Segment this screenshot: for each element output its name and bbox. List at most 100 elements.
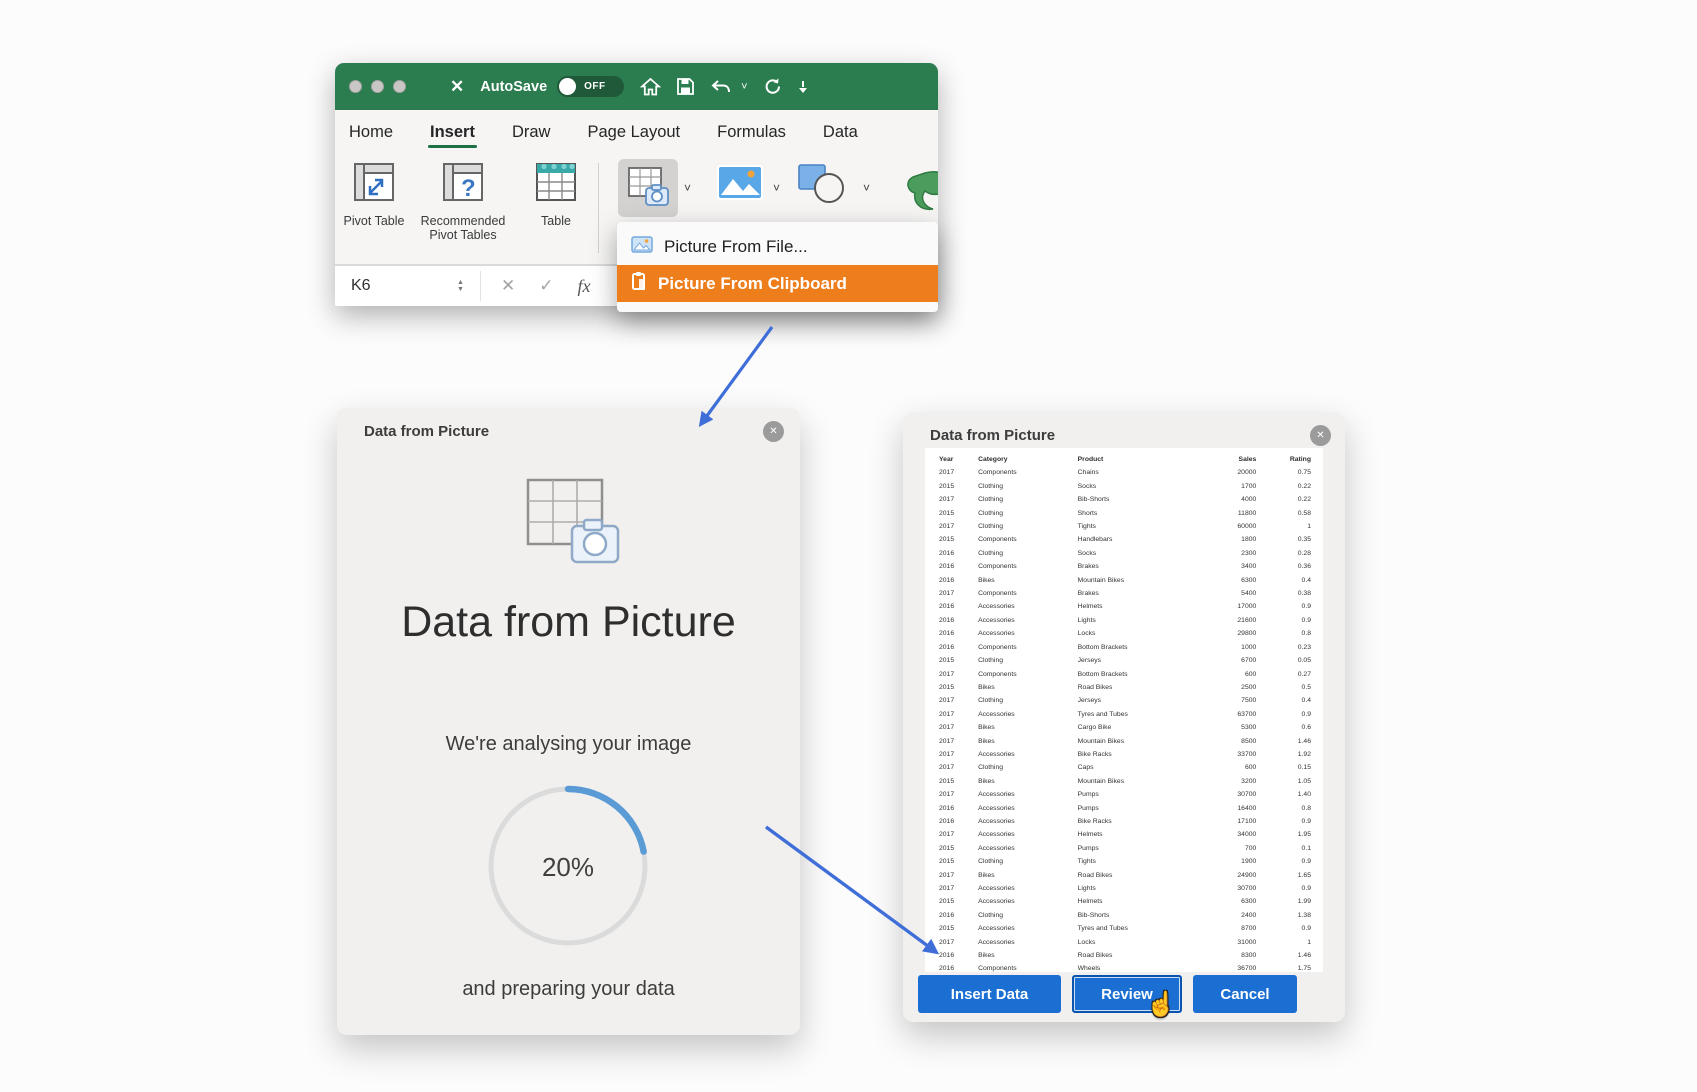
table-cell: 2017 bbox=[939, 708, 978, 721]
name-box-stepper[interactable]: ▲▼ bbox=[457, 279, 464, 293]
table-cell: 2017 bbox=[939, 869, 978, 882]
undo-chevron-icon[interactable]: ˅ bbox=[741, 81, 747, 93]
table-cell: 2015 bbox=[939, 507, 978, 520]
redo-icon[interactable] bbox=[763, 77, 782, 96]
table-cell: 31000 bbox=[1207, 936, 1256, 949]
table-cell: Clothing bbox=[978, 520, 1078, 533]
close-icon[interactable]: ✕ bbox=[450, 77, 464, 97]
table-cell: Tights bbox=[1078, 520, 1208, 533]
table-row: 2017ComponentsBottom Brackets6000.27 bbox=[939, 668, 1311, 681]
cancel-entry-icon[interactable]: ✕ bbox=[501, 276, 515, 296]
column-header: Category bbox=[978, 453, 1078, 466]
tab-formulas[interactable]: Formulas bbox=[715, 113, 788, 152]
table-cell: Tights bbox=[1078, 855, 1208, 868]
tab-data[interactable]: Data bbox=[821, 113, 860, 152]
table-row: 2017AccessoriesTyres and Tubes637000.9 bbox=[939, 708, 1311, 721]
insert-data-button[interactable]: Insert Data bbox=[918, 975, 1061, 1013]
table-cell: 11800 bbox=[1207, 507, 1256, 520]
table-cell: Socks bbox=[1078, 547, 1208, 560]
table-row: 2016AccessoriesLocks298000.8 bbox=[939, 627, 1311, 640]
table-cell: 6300 bbox=[1207, 574, 1256, 587]
table-cell: 2016 bbox=[939, 909, 978, 922]
undo-icon[interactable] bbox=[710, 78, 732, 96]
table-cell: Tyres and Tubes bbox=[1078, 708, 1208, 721]
table-cell: Helmets bbox=[1078, 895, 1208, 908]
pictures-chevron-icon[interactable]: ˅ bbox=[773, 181, 780, 195]
table-cell: Handlebars bbox=[1078, 533, 1208, 546]
menu-item-picture-from-file[interactable]: Picture From File... bbox=[617, 228, 938, 265]
table-cell: 1.40 bbox=[1256, 788, 1311, 801]
tab-draw[interactable]: Draw bbox=[510, 113, 553, 152]
table-cell: 2015 bbox=[939, 480, 978, 493]
table-cell: 2017 bbox=[939, 936, 978, 949]
tab-home[interactable]: Home bbox=[347, 113, 395, 152]
table-cell: 34000 bbox=[1207, 828, 1256, 841]
table-cell: Helmets bbox=[1078, 828, 1208, 841]
dialog-close-button[interactable]: ✕ bbox=[1310, 425, 1331, 446]
close-window-button[interactable] bbox=[349, 80, 362, 93]
zoom-window-button[interactable] bbox=[393, 80, 406, 93]
table-cell: Accessories bbox=[978, 936, 1078, 949]
table-cell: Components bbox=[978, 587, 1078, 600]
table-cell: 0.9 bbox=[1256, 600, 1311, 613]
dialog-heading: Data from Picture bbox=[337, 598, 800, 647]
autosave-toggle[interactable]: OFF bbox=[557, 76, 624, 97]
table-cell: 0.4 bbox=[1256, 694, 1311, 707]
table-cell: 8500 bbox=[1207, 735, 1256, 748]
table-row: 2016ClothingBib-Shorts24001.38 bbox=[939, 909, 1311, 922]
pivot-table-icon bbox=[352, 161, 396, 208]
progress-dialog: Data from Picture ✕ Data from Picture We… bbox=[337, 408, 800, 1035]
ribbon-tabs: Home Insert Draw Page Layout Formulas Data bbox=[335, 110, 938, 155]
name-box[interactable]: K6 bbox=[335, 277, 457, 295]
table-row: 2017ClothingJerseys75000.4 bbox=[939, 694, 1311, 707]
shapes-chevron-icon[interactable]: ˅ bbox=[863, 181, 870, 195]
table-cell: Clothing bbox=[978, 761, 1078, 774]
toolbar-pin-icon[interactable] bbox=[797, 80, 809, 94]
icons-button-partial-icon[interactable] bbox=[895, 165, 938, 213]
table-cell: 17100 bbox=[1207, 815, 1256, 828]
data-from-picture-button[interactable] bbox=[618, 159, 678, 217]
table-cell: 2016 bbox=[939, 560, 978, 573]
cancel-button[interactable]: Cancel bbox=[1193, 975, 1297, 1013]
table-cell: 2400 bbox=[1207, 909, 1256, 922]
menu-item-picture-from-clipboard[interactable]: Picture From Clipboard bbox=[617, 265, 938, 302]
shapes-button[interactable] bbox=[793, 161, 855, 212]
table-cell: 2016 bbox=[939, 802, 978, 815]
table-cell: 2016 bbox=[939, 600, 978, 613]
table-cell: Bikes bbox=[978, 869, 1078, 882]
table-cell: Mountain Bikes bbox=[1078, 775, 1208, 788]
table-cell: Wheels bbox=[1078, 962, 1208, 972]
minimize-window-button[interactable] bbox=[371, 80, 384, 93]
table-cell: 2016 bbox=[939, 627, 978, 640]
tab-insert[interactable]: Insert bbox=[428, 113, 477, 152]
table-cell: 60000 bbox=[1207, 520, 1256, 533]
table-row: 2017AccessoriesBike Racks337001.92 bbox=[939, 748, 1311, 761]
table-cell: 7500 bbox=[1207, 694, 1256, 707]
table-row: 2016ComponentsBottom Brackets10000.23 bbox=[939, 641, 1311, 654]
table-cell: 0.4 bbox=[1256, 574, 1311, 587]
table-cell: 0.28 bbox=[1256, 547, 1311, 560]
table-row: 2015ClothingTights19000.9 bbox=[939, 855, 1311, 868]
menu-item-label: Picture From File... bbox=[664, 237, 808, 257]
table-cell: 6700 bbox=[1207, 654, 1256, 667]
table-row: 2016ComponentsWheels367001.75 bbox=[939, 962, 1311, 972]
pivot-table-button[interactable]: Pivot Table bbox=[343, 161, 405, 228]
table-button[interactable]: Table bbox=[527, 161, 585, 228]
pictures-button[interactable] bbox=[713, 161, 767, 208]
table-cell: Jerseys bbox=[1078, 654, 1208, 667]
home-icon[interactable] bbox=[640, 77, 661, 97]
table-cell: Bikes bbox=[978, 574, 1078, 587]
table-cell: 2016 bbox=[939, 614, 978, 627]
insert-function-icon[interactable]: fx bbox=[577, 276, 590, 297]
table-cell: 2017 bbox=[939, 721, 978, 734]
table-cell: 24900 bbox=[1207, 869, 1256, 882]
data-from-picture-chevron-icon[interactable]: ˅ bbox=[684, 181, 691, 195]
tab-page-layout[interactable]: Page Layout bbox=[585, 113, 682, 152]
preview-table-container: YearCategoryProductSalesRating 2017Compo… bbox=[925, 448, 1323, 972]
dialog-close-button[interactable]: ✕ bbox=[763, 421, 784, 442]
table-cell: 3400 bbox=[1207, 560, 1256, 573]
confirm-entry-icon[interactable]: ✓ bbox=[539, 276, 553, 296]
save-icon[interactable] bbox=[676, 77, 695, 96]
recommended-pivot-tables-button[interactable]: ? Recommended Pivot Tables bbox=[407, 161, 519, 243]
table-cell: 21600 bbox=[1207, 614, 1256, 627]
